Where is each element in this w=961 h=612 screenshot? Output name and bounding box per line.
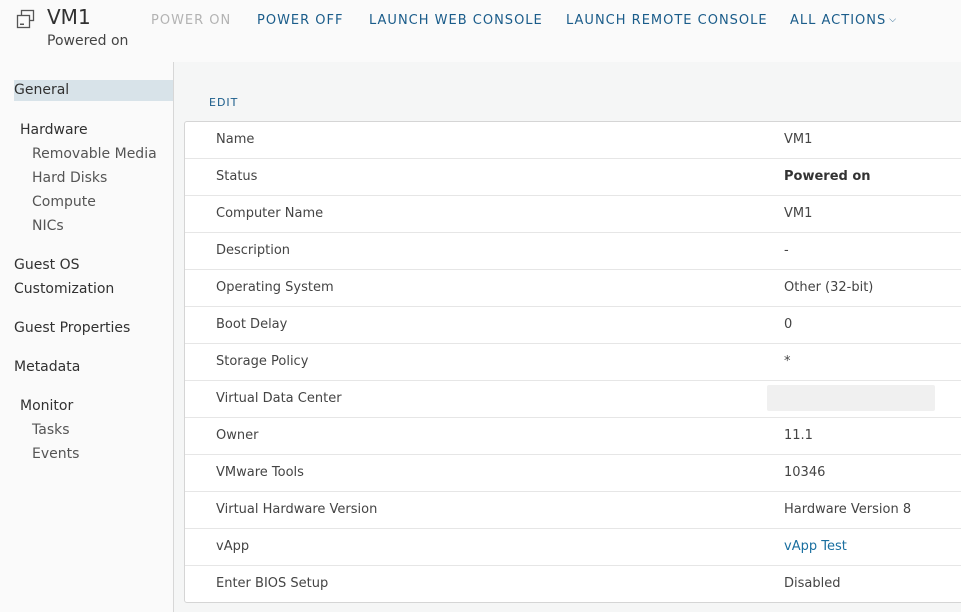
property-row-status: Status Powered on xyxy=(185,159,961,196)
property-label: Name xyxy=(216,132,255,147)
sidebar-item-guest-properties[interactable]: Guest Properties xyxy=(14,320,130,336)
all-actions-label: ALL ACTIONS xyxy=(790,13,887,28)
property-row-enter-bios-setup: Enter BIOS Setup Disabled xyxy=(185,566,961,602)
sidebar-item-tasks[interactable]: Tasks xyxy=(32,422,70,438)
vm-status: Powered on xyxy=(47,33,129,49)
property-value: * xyxy=(784,354,791,369)
launch-web-console-button[interactable]: LAUNCH WEB CONSOLE xyxy=(369,13,543,28)
edit-button[interactable]: EDIT xyxy=(209,96,238,109)
property-row-owner: Owner 11.1 xyxy=(185,418,961,455)
property-label: Enter BIOS Setup xyxy=(216,576,329,591)
sidebar-item-general[interactable]: General xyxy=(14,80,173,101)
power-off-button[interactable]: POWER OFF xyxy=(257,13,344,28)
launch-remote-console-button[interactable]: LAUNCH REMOTE CONSOLE xyxy=(566,13,768,28)
property-value: Other (32-bit) xyxy=(784,280,874,295)
vm-title: VM1 xyxy=(47,5,91,29)
sidebar-item-monitor[interactable]: Monitor xyxy=(20,398,73,414)
sidebar: General Hardware Removable Media Hard Di… xyxy=(0,62,173,612)
main-content: EDIT Name VM1 Status Powered on Computer… xyxy=(174,62,961,612)
redacted-value xyxy=(767,385,935,411)
property-label: Computer Name xyxy=(216,206,324,221)
property-value: - xyxy=(784,243,789,258)
property-label: Virtual Hardware Version xyxy=(216,502,378,517)
property-label: Storage Policy xyxy=(216,354,309,369)
page-header: VM1 Powered on POWER ON POWER OFF LAUNCH… xyxy=(0,0,961,62)
property-label: Owner xyxy=(216,428,259,443)
property-value: Hardware Version 8 xyxy=(784,502,912,517)
property-row-name: Name VM1 xyxy=(185,122,961,159)
property-row-description: Description - xyxy=(185,233,961,270)
sidebar-item-guest-os-customization[interactable]: Guest OS Customization xyxy=(14,253,164,301)
sidebar-item-events[interactable]: Events xyxy=(32,446,79,462)
power-on-button[interactable]: POWER ON xyxy=(151,13,231,28)
property-value: 10346 xyxy=(784,465,826,480)
vapp-link[interactable]: vApp Test xyxy=(784,539,847,554)
sidebar-item-nics[interactable]: NICs xyxy=(32,218,64,234)
property-row-operating-system: Operating System Other (32-bit) xyxy=(185,270,961,307)
property-label: Boot Delay xyxy=(216,317,288,332)
status-value: Powered on xyxy=(784,169,871,184)
property-value: VM1 xyxy=(784,132,813,147)
property-value: 11.1 xyxy=(784,428,813,443)
all-actions-button[interactable]: ALL ACTIONS ⌵ xyxy=(790,13,897,28)
property-row-vapp: vApp vApp Test xyxy=(185,529,961,566)
chevron-down-icon: ⌵ xyxy=(889,15,898,25)
property-value: VM1 xyxy=(784,206,813,221)
property-value: 0 xyxy=(784,317,793,332)
sidebar-item-metadata[interactable]: Metadata xyxy=(14,359,80,375)
vm-icon xyxy=(15,8,37,30)
sidebar-item-hard-disks[interactable]: Hard Disks xyxy=(32,170,107,186)
property-row-virtual-data-center: Virtual Data Center xyxy=(185,381,961,418)
property-value: Disabled xyxy=(784,576,841,591)
property-label: vApp xyxy=(216,539,250,554)
property-label: VMware Tools xyxy=(216,465,304,480)
sidebar-item-hardware[interactable]: Hardware xyxy=(20,122,88,138)
property-row-virtual-hardware-version: Virtual Hardware Version Hardware Versio… xyxy=(185,492,961,529)
property-label: Operating System xyxy=(216,280,334,295)
property-label: Description xyxy=(216,243,291,258)
property-row-computer-name: Computer Name VM1 xyxy=(185,196,961,233)
sidebar-item-removable-media[interactable]: Removable Media xyxy=(32,146,157,162)
property-row-storage-policy: Storage Policy * xyxy=(185,344,961,381)
sidebar-item-compute[interactable]: Compute xyxy=(32,194,96,210)
property-label: Status xyxy=(216,169,258,184)
property-label: Virtual Data Center xyxy=(216,391,342,406)
property-row-boot-delay: Boot Delay 0 xyxy=(185,307,961,344)
property-row-vmware-tools: VMware Tools 10346 xyxy=(185,455,961,492)
properties-grid: Name VM1 Status Powered on Computer Name… xyxy=(184,121,961,603)
